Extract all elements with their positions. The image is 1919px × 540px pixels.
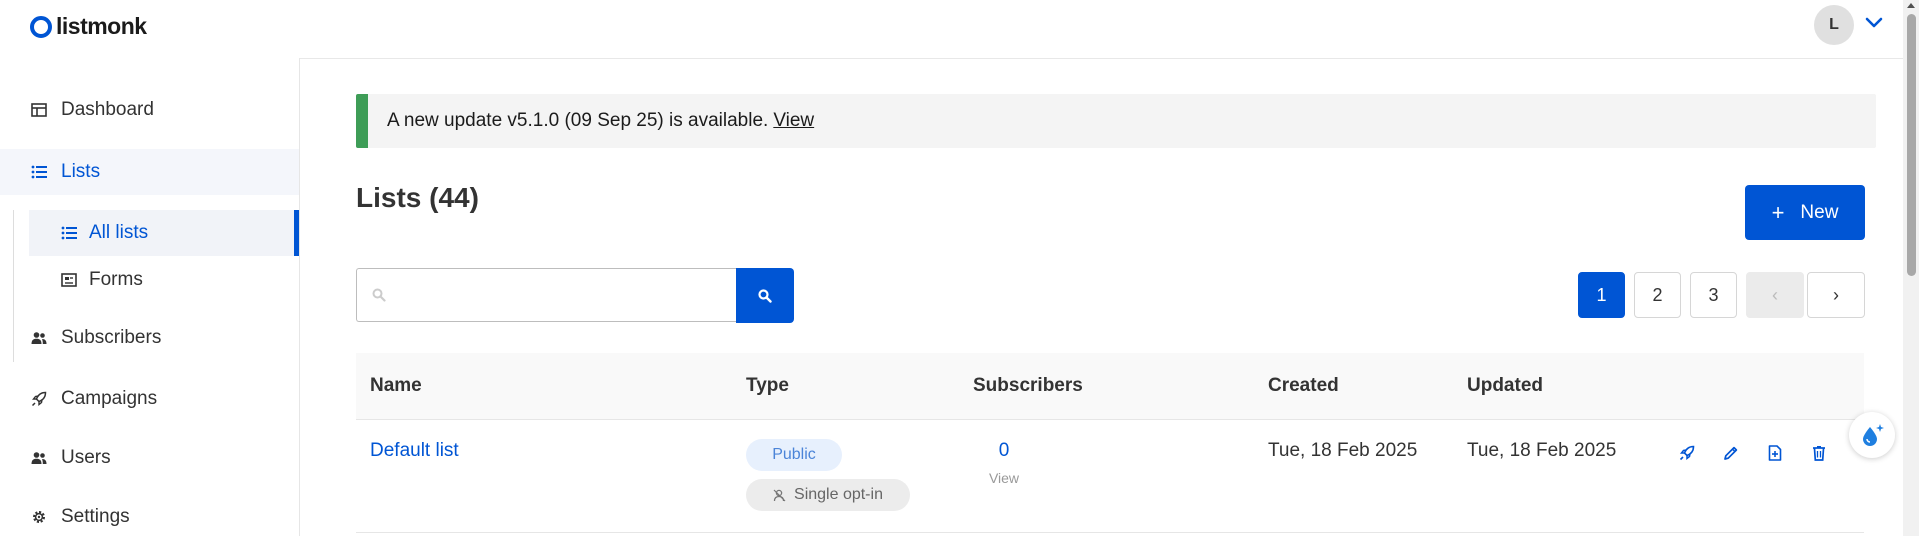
page-title: Lists (44) <box>356 182 479 213</box>
page-button-3[interactable]: 3 <box>1690 272 1737 318</box>
plus-icon: + <box>1771 199 1785 225</box>
table-header: Name Type Subscribers Created Updated <box>356 353 1864 420</box>
sidebar-item-dashboard[interactable]: Dashboard <box>0 87 299 133</box>
dashboard-icon <box>31 101 49 119</box>
search-field[interactable] <box>356 268 736 323</box>
column-header-updated[interactable]: Updated <box>1467 375 1543 397</box>
page-button-1[interactable]: 1 <box>1578 272 1625 318</box>
optin-tag: Single opt-in <box>746 479 910 511</box>
vertical-scrollbar[interactable] <box>1903 0 1919 536</box>
created-date: Tue, 18 Feb 2025 <box>1268 440 1418 461</box>
subscriber-count-link[interactable]: 0 <box>974 440 1034 462</box>
gear-icon <box>31 508 49 526</box>
next-page-button[interactable]: › <box>1807 272 1865 318</box>
sidebar-item-label: Settings <box>61 506 130 527</box>
sidebar-item-label: Lists <box>61 161 101 182</box>
sidebar-item-lists[interactable]: Lists <box>0 149 299 195</box>
table-row: Default list Public Single opt-in 0 View… <box>356 420 1864 533</box>
chevron-down-icon[interactable] <box>1864 13 1884 33</box>
sidebar-item-label: Users <box>61 447 111 468</box>
column-header-type[interactable]: Type <box>746 375 789 397</box>
sidebar-item-label: Forms <box>89 269 143 290</box>
users-icon <box>31 329 49 347</box>
update-notice: A new update v5.1.0 (09 Sep 25) is avail… <box>356 94 1876 148</box>
drop-sparkle-icon <box>1863 424 1884 446</box>
sidebar-item-users[interactable]: Users <box>0 435 299 481</box>
floating-drop-sparkle-button[interactable] <box>1849 412 1895 458</box>
scrollbar-thumb[interactable] <box>1907 14 1916 276</box>
top-header: listmonk L <box>0 0 1903 59</box>
subscribers-view-link[interactable]: View <box>974 470 1034 486</box>
type-tag-public: Public <box>746 439 842 471</box>
import-file-icon[interactable] <box>1764 442 1786 464</box>
users-icon <box>31 449 49 467</box>
sidebar-item-forms[interactable]: Forms <box>29 257 299 303</box>
sidebar-item-label: Campaigns <box>61 388 158 409</box>
list-name-link[interactable]: Default list <box>370 440 459 462</box>
search-icon <box>758 288 772 303</box>
updated-date: Tue, 18 Feb 2025 <box>1467 440 1617 461</box>
search-input[interactable] <box>397 269 731 323</box>
notice-text: A new update v5.1.0 (09 Sep 25) is avail… <box>387 110 769 131</box>
rocket-icon <box>31 390 49 408</box>
new-button-label: New <box>1800 201 1839 223</box>
sidebar-item-subscribers[interactable]: Subscribers <box>0 315 299 361</box>
sidebar: Dashboard Lists All lists Forms Subscrib… <box>0 58 300 536</box>
delete-trash-icon[interactable] <box>1808 442 1830 464</box>
sidebar-item-settings[interactable]: Settings <box>0 494 299 540</box>
user-optin-icon <box>773 489 786 502</box>
brand-name: listmonk <box>56 13 147 39</box>
sidebar-item-label: Dashboard <box>61 99 154 120</box>
user-avatar[interactable]: L <box>1814 5 1854 45</box>
form-icon <box>61 272 77 288</box>
notice-view-link[interactable]: View <box>773 110 814 132</box>
edit-pencil-icon[interactable] <box>1720 442 1742 464</box>
sidebar-item-campaigns[interactable]: Campaigns <box>0 376 299 422</box>
list-icon <box>61 225 77 241</box>
prev-page-button[interactable]: ‹ <box>1746 272 1804 318</box>
new-list-button[interactable]: + New <box>1745 185 1865 240</box>
column-header-created[interactable]: Created <box>1268 375 1339 397</box>
scroll-up-arrow-icon[interactable] <box>1907 3 1915 8</box>
page-button-2[interactable]: 2 <box>1634 272 1681 318</box>
search-icon <box>372 288 386 307</box>
brand-logo[interactable]: listmonk <box>30 13 147 40</box>
column-header-subscribers[interactable]: Subscribers <box>973 375 1083 397</box>
column-header-name[interactable]: Name <box>370 375 422 397</box>
list-icon <box>31 163 49 181</box>
sidebar-item-label: All lists <box>89 222 149 243</box>
logo-ring-icon <box>30 15 52 38</box>
optin-label: Single opt-in <box>794 486 883 503</box>
sidebar-item-label: Subscribers <box>61 327 162 348</box>
search-button[interactable] <box>736 268 794 323</box>
send-campaign-rocket-icon[interactable] <box>1676 442 1698 464</box>
sidebar-item-all-lists[interactable]: All lists <box>29 210 299 256</box>
